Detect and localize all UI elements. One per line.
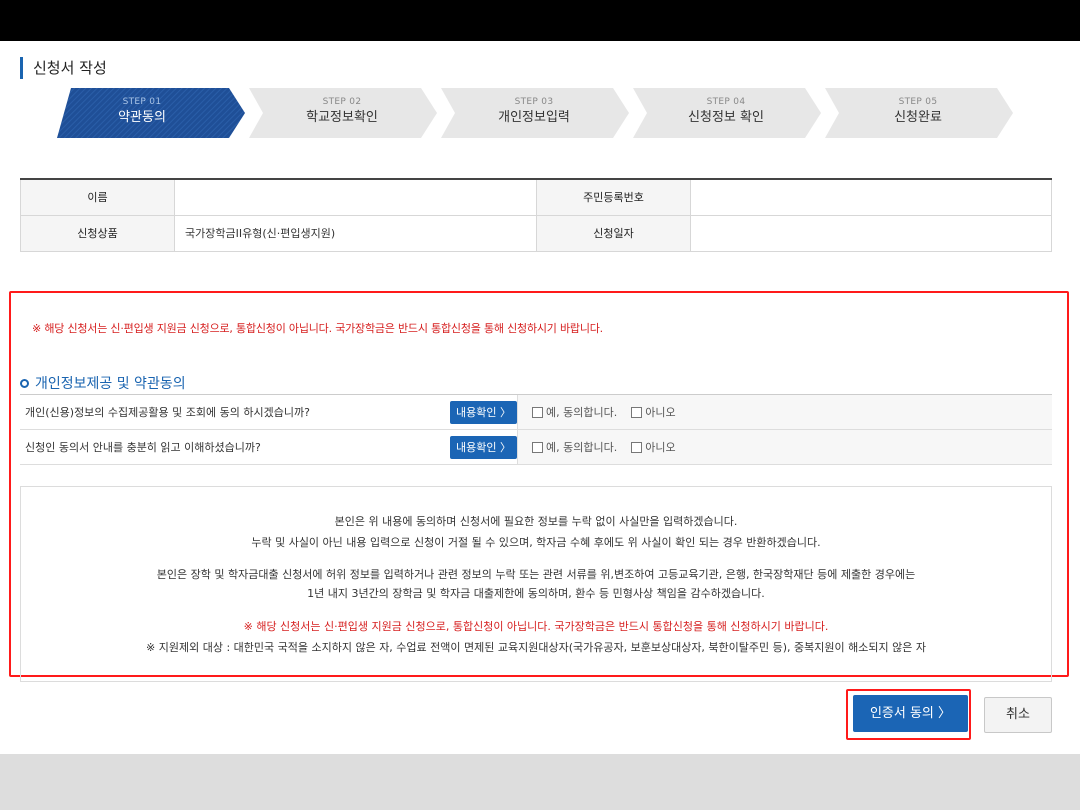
page-title: 신청서 작성 — [20, 57, 107, 79]
agree-no-checkbox[interactable]: 아니오 — [631, 439, 676, 455]
top-bar — [0, 0, 1080, 41]
step-3-label: 개인정보입력 — [498, 110, 570, 125]
pledge-line: 누락 및 사실이 아닌 내용 입력으로 신청이 거절 될 수 있으며, 학자금 … — [251, 536, 821, 549]
step-3-number: STEP 03 — [514, 97, 554, 107]
step-1: STEP 01 약관동의 — [57, 88, 247, 138]
rrn-value — [690, 178, 1052, 216]
agreement-question: 신청인 동의서 안내를 충분히 읽고 이해하셨습니까? — [25, 441, 261, 454]
agreement-options: 예, 동의합니다. 아니오 — [517, 430, 1052, 464]
step-progress: STEP 01 약관동의 STEP 02 학교정보확인 STEP 03 개인정보… — [57, 88, 1017, 140]
checkbox-box[interactable] — [631, 406, 643, 418]
agree-yes-checkbox[interactable]: 예, 동의합니다. — [532, 404, 617, 420]
agree-yes-label: 예, 동의합니다. — [546, 441, 618, 454]
pledge-box: 본인은 위 내용에 동의하며 신청서에 필요한 정보를 누락 없이 사실만을 입… — [20, 486, 1052, 682]
agree-no-label: 아니오 — [645, 406, 676, 419]
step-2-number: STEP 02 — [322, 97, 362, 107]
product-label: 신청상품 — [20, 214, 175, 252]
view-content-button[interactable]: 내용확인 〉 — [450, 436, 517, 459]
agree-no-checkbox[interactable]: 아니오 — [631, 404, 676, 420]
agree-no-label: 아니오 — [645, 441, 676, 454]
info-row: 신청상품 국가장학금II유형(신·편입생지원) 신청일자 — [20, 214, 1052, 252]
agreement-table: 개인(신용)정보의 수집제공활용 및 조회에 동의 하시겠습니까? 내용확인 〉… — [20, 394, 1052, 465]
footer-bar — [0, 754, 1080, 810]
agreement-section-title: 개인정보제공 및 약관동의 — [20, 373, 186, 393]
pledge-warning: ※ 해당 신청서는 신·편입생 지원금 신청으로, 통합신청이 아닙니다. 국가… — [243, 620, 829, 633]
step-4-number: STEP 04 — [706, 97, 746, 107]
date-label: 신청일자 — [536, 214, 691, 252]
checkbox-box[interactable] — [532, 406, 543, 418]
step-3: STEP 03 개인정보입력 — [441, 88, 631, 138]
checkbox-box[interactable] — [532, 441, 543, 453]
pledge-line: 1년 내지 3년간의 장학금 및 학자금 대출제한에 동의하며, 환수 등 민형… — [307, 587, 765, 600]
step-5-number: STEP 05 — [898, 97, 938, 107]
agreement-section-title-text: 개인정보제공 및 약관동의 — [35, 376, 186, 392]
step-1-label: 약관동의 — [118, 110, 166, 125]
notice-warning: ※ 해당 신청서는 신·편입생 지원금 신청으로, 통합신청이 아닙니다. 국가… — [32, 322, 603, 335]
pledge-line: 본인은 위 내용에 동의하며 신청서에 필요한 정보를 누락 없이 사실만을 입… — [334, 515, 738, 528]
rrn-label: 주민등록번호 — [536, 178, 691, 216]
agree-yes-checkbox[interactable]: 예, 동의합니다. — [532, 439, 617, 455]
cancel-button[interactable]: 취소 — [984, 697, 1052, 733]
name-label: 이름 — [20, 178, 175, 216]
view-content-button[interactable]: 내용확인 〉 — [450, 401, 517, 424]
product-value: 국가장학금II유형(신·편입생지원) — [174, 214, 537, 252]
step-5: STEP 05 신청완료 — [825, 88, 1015, 138]
agree-yes-label: 예, 동의합니다. — [546, 406, 618, 419]
name-value — [174, 178, 537, 216]
step-2-label: 학교정보확인 — [306, 110, 378, 125]
agreement-row: 개인(신용)정보의 수집제공활용 및 조회에 동의 하시겠습니까? 내용확인 〉… — [20, 395, 1052, 430]
date-value — [690, 214, 1052, 252]
agreement-question: 개인(신용)정보의 수집제공활용 및 조회에 동의 하시겠습니까? — [25, 406, 310, 419]
step-5-label: 신청완료 — [894, 110, 942, 125]
step-4: STEP 04 신청정보 확인 — [633, 88, 823, 138]
checkbox-box[interactable] — [631, 441, 643, 453]
step-4-label: 신청정보 확인 — [688, 110, 764, 125]
applicant-info-table: 이름 주민등록번호 신청상품 국가장학금II유형(신·편입생지원) 신청일자 — [20, 178, 1052, 252]
pledge-exclusion-note: ※ 지원제외 대상 : 대한민국 국적을 소지하지 않은 자, 수업료 전액이 … — [146, 641, 926, 654]
step-2: STEP 02 학교정보확인 — [249, 88, 439, 138]
cert-agree-button[interactable]: 인증서 동의 〉 — [853, 695, 968, 732]
info-row: 이름 주민등록번호 — [20, 178, 1052, 216]
pledge-line: 본인은 장학 및 학자금대출 신청서에 허위 정보를 입력하거나 관련 정보의 … — [156, 568, 916, 581]
step-1-number: STEP 01 — [122, 97, 162, 107]
bullet-circle-icon — [20, 378, 29, 388]
agreement-row: 신청인 동의서 안내를 충분히 읽고 이해하셨습니까? 내용확인 〉 예, 동의… — [20, 430, 1052, 465]
agreement-options: 예, 동의합니다. 아니오 — [517, 395, 1052, 429]
